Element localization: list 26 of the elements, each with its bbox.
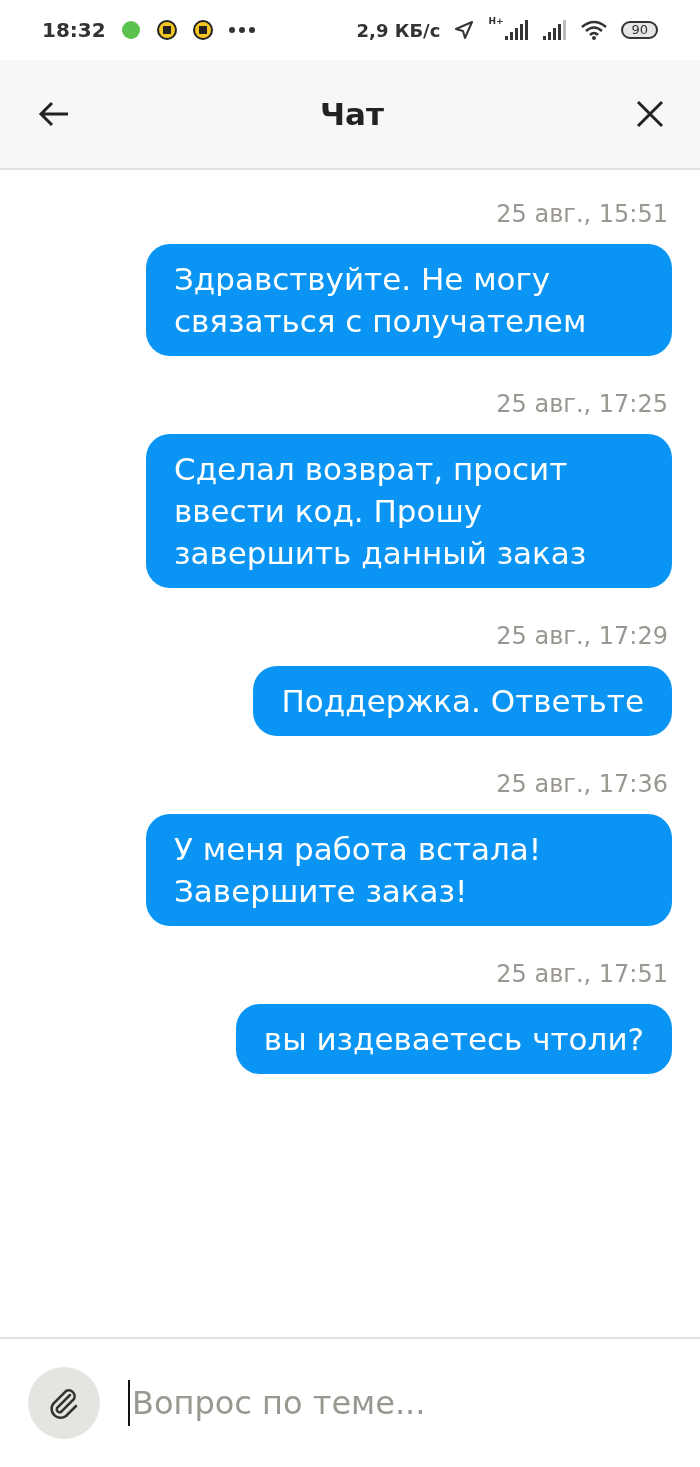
back-arrow-icon (38, 100, 70, 128)
more-icon (227, 26, 256, 34)
signal-icon (505, 20, 530, 40)
message-bubble: Поддержка. Ответьте (253, 666, 672, 736)
app-icon (191, 19, 214, 41)
network-speed: 2,9 КБ/с (356, 19, 441, 41)
message-bubble: У меня работа встала! Завершите заказ! (146, 814, 672, 926)
message-bubble: вы издеваетесь чтоли? (235, 1004, 672, 1074)
signal-icon (543, 20, 568, 40)
message-input[interactable]: Вопрос по теме... (128, 1380, 672, 1426)
message-timestamp: 25 авг., 17:36 (496, 770, 668, 798)
wifi-icon (581, 20, 608, 40)
message-timestamp: 25 авг., 15:51 (496, 200, 668, 228)
status-time: 18:32 (42, 18, 106, 42)
message-timestamp: 25 авг., 17:51 (496, 960, 668, 988)
message-bubble: Здравствуйте. Не могу связаться с получателем (146, 244, 672, 356)
chat-title: Чат (320, 96, 384, 132)
message-timestamp: 25 авг., 17:29 (496, 622, 668, 650)
message-bubble: Сделал возврат, просит ввести код. Прошу завершить данный заказ (146, 434, 672, 588)
app-icon (155, 19, 178, 41)
network-type: H+ (488, 16, 504, 26)
message-timestamp: 25 авг., 17:25 (496, 390, 668, 418)
app-icon (119, 19, 142, 41)
location-icon (454, 20, 475, 40)
battery-indicator: 90 (621, 21, 658, 39)
close-icon (636, 100, 664, 128)
